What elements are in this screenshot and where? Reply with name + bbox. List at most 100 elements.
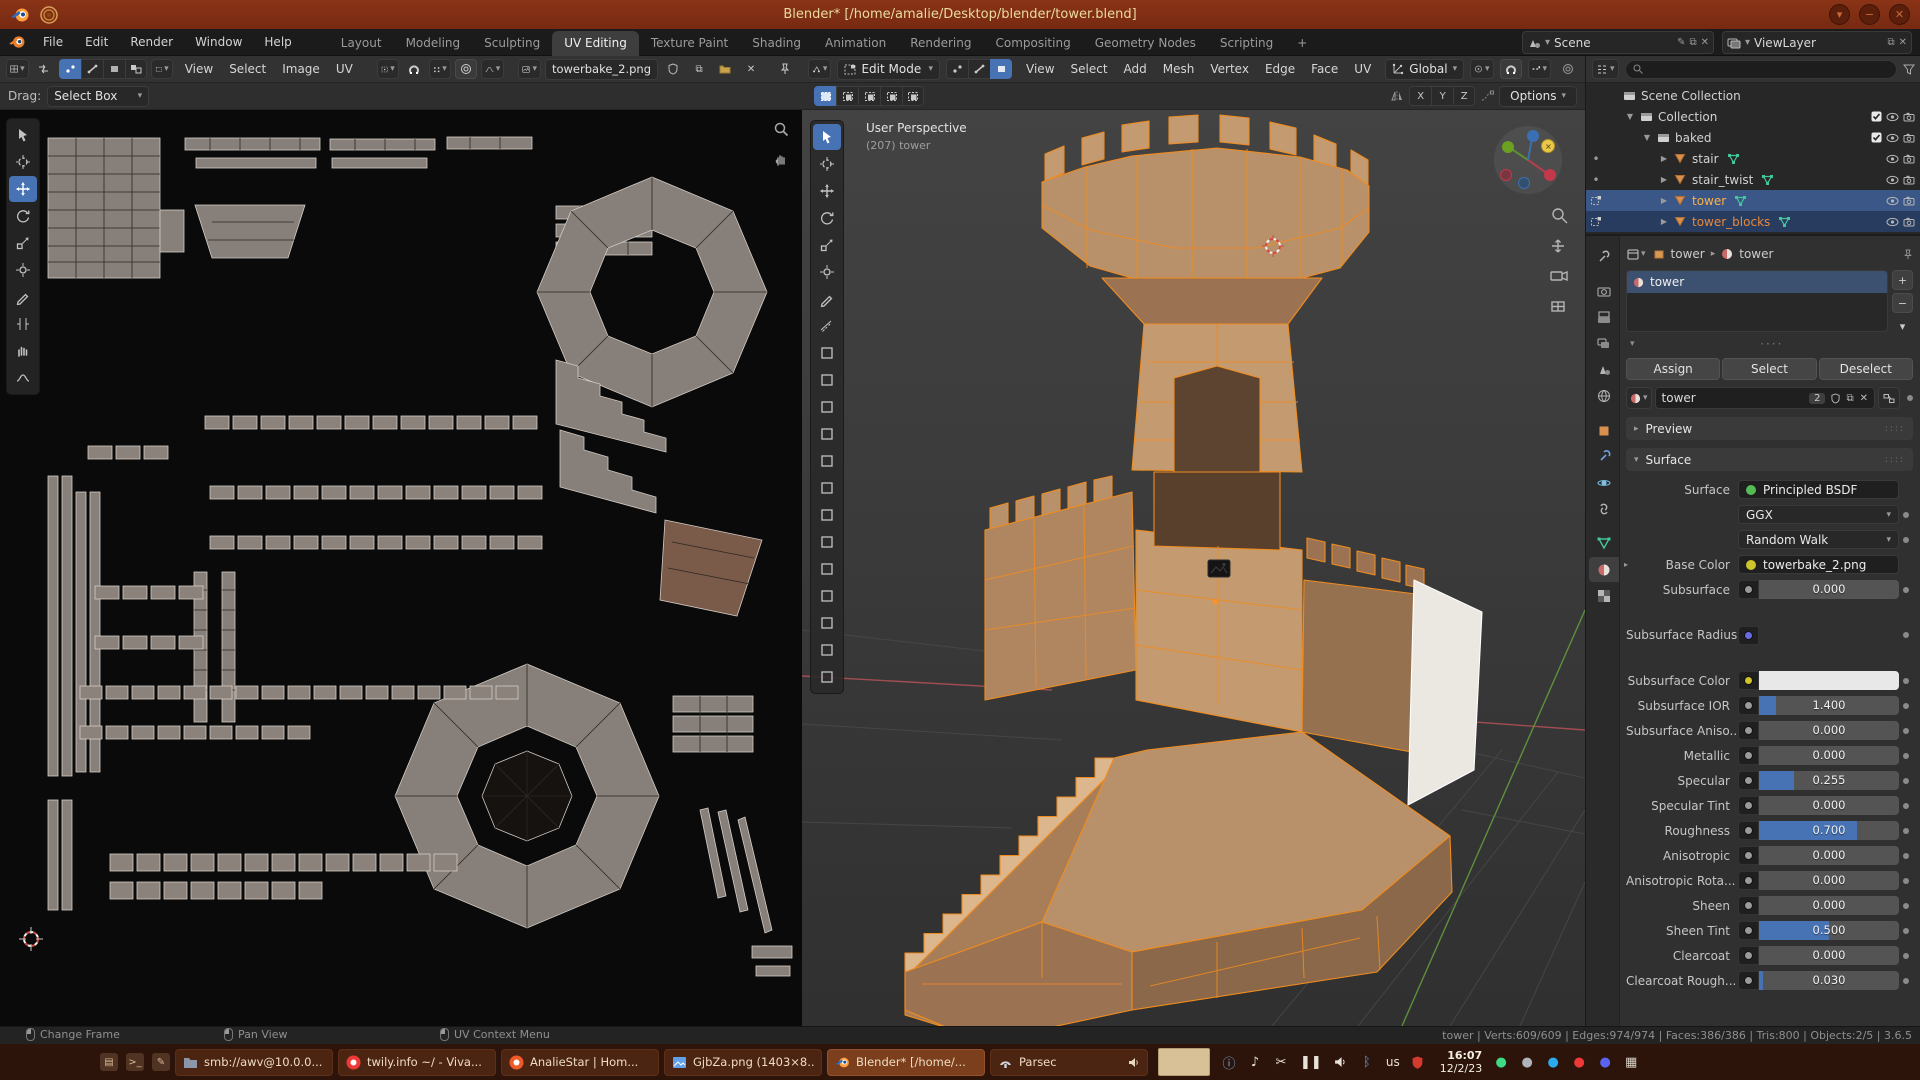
id-field[interactable]: Principled BSDF bbox=[1738, 480, 1899, 499]
properties-tab-view-layer[interactable] bbox=[1589, 331, 1619, 356]
image-browse-button[interactable]: ▾ bbox=[518, 59, 541, 79]
tool-shear[interactable] bbox=[813, 637, 841, 663]
viewport-menu-select[interactable]: Select bbox=[1063, 58, 1116, 80]
mesh-select-mode-face[interactable] bbox=[990, 59, 1012, 79]
socket-toggle[interactable] bbox=[1738, 626, 1759, 645]
snap-with-button[interactable]: ▾ bbox=[1528, 59, 1551, 79]
copy-icon[interactable]: ⧉ bbox=[1689, 37, 1696, 48]
tool-transform[interactable] bbox=[813, 259, 841, 285]
tool-rip[interactable] bbox=[9, 311, 37, 337]
mesh-select-mode-vertex[interactable] bbox=[946, 59, 968, 79]
outliner-row-collection[interactable]: ▼Collection bbox=[1586, 106, 1920, 127]
viewlayer-selector[interactable]: ▾ ViewLayer ⧉ ✕ bbox=[1722, 31, 1912, 54]
value-slider[interactable]: 0.000 bbox=[1759, 871, 1899, 890]
proportional-editing-icon[interactable] bbox=[1557, 59, 1579, 79]
value-slider[interactable]: 0.255 bbox=[1759, 771, 1899, 790]
id-field[interactable]: towerbake_2.png bbox=[1738, 555, 1899, 574]
tool-rip-region[interactable] bbox=[813, 664, 841, 690]
editor-type-button[interactable]: ▾ bbox=[6, 59, 29, 79]
tool-annotate[interactable] bbox=[813, 286, 841, 312]
vivaldi-dot-icon[interactable]: ● bbox=[1572, 1055, 1586, 1070]
viewport-menu-edge[interactable]: Edge bbox=[1257, 58, 1303, 80]
socket-toggle[interactable] bbox=[1738, 796, 1759, 815]
add-slot-button[interactable]: + bbox=[1892, 270, 1913, 290]
decorator-dot[interactable] bbox=[1903, 903, 1909, 909]
tool-scale[interactable] bbox=[813, 232, 841, 258]
uv-menu-uv[interactable]: UV bbox=[328, 58, 361, 80]
app-menu-help[interactable]: Help bbox=[253, 31, 302, 53]
snap-magnet-icon[interactable] bbox=[403, 59, 425, 79]
select-mode-subtract[interactable] bbox=[858, 86, 880, 106]
decorator-dot[interactable] bbox=[1903, 537, 1909, 543]
node-tree-toggle[interactable] bbox=[1878, 387, 1900, 409]
uv-sticky-select-button[interactable]: ▾ bbox=[151, 59, 173, 79]
mode-dropdown[interactable]: Edit Mode▾ bbox=[837, 59, 940, 80]
decorator-dot[interactable] bbox=[1903, 778, 1909, 784]
properties-tab-tool[interactable] bbox=[1589, 244, 1619, 269]
value-slider[interactable]: 0.500 bbox=[1759, 921, 1899, 940]
viewport-menu-add[interactable]: Add bbox=[1116, 58, 1155, 80]
outliner-row-tower[interactable]: ▶tower bbox=[1586, 190, 1920, 211]
app-menu-file[interactable]: File bbox=[32, 31, 74, 53]
uv-select-mode-island[interactable] bbox=[125, 59, 147, 79]
green-dot-icon[interactable]: ● bbox=[1494, 1055, 1508, 1070]
taskbar-window-image[interactable]: GjbZa.png (1403×8... bbox=[664, 1049, 822, 1076]
tool-move[interactable] bbox=[813, 178, 841, 204]
tool-knife[interactable] bbox=[813, 475, 841, 501]
uv-menu-select[interactable]: Select bbox=[221, 58, 274, 80]
disable-render-icon[interactable] bbox=[1903, 175, 1915, 185]
open-image-icon[interactable] bbox=[714, 59, 736, 79]
tool-rotate[interactable] bbox=[813, 205, 841, 231]
scene-selector[interactable]: ▾ Scene ✎ ⧉ ✕ bbox=[1522, 31, 1714, 54]
outliner-row-tower-blocks[interactable]: ▶tower_blocks bbox=[1586, 211, 1920, 232]
workspace-tab-geometry-nodes[interactable]: Geometry Nodes bbox=[1083, 31, 1208, 56]
material-users-count[interactable]: 2 bbox=[1809, 393, 1825, 404]
disclosure-triangle[interactable]: ▼ bbox=[1640, 133, 1654, 142]
taskbar-window-files[interactable]: smb://awv@10.0.0... bbox=[175, 1049, 333, 1076]
taskbar-window-parsec[interactable]: Parsec bbox=[990, 1049, 1148, 1076]
proportional-editing-icon[interactable] bbox=[455, 59, 477, 79]
unlink-image-icon[interactable]: ✕ bbox=[740, 59, 762, 79]
decorator-dot[interactable] bbox=[1903, 953, 1909, 959]
outliner-search-input[interactable] bbox=[1625, 60, 1897, 79]
decorator-dot[interactable] bbox=[1903, 928, 1909, 934]
checkbox-icon[interactable] bbox=[1871, 111, 1882, 122]
uv-pivot-button[interactable]: ▾ bbox=[377, 59, 399, 79]
tool-shrink-fatten[interactable] bbox=[813, 610, 841, 636]
keyboard-layout-indicator[interactable]: us bbox=[1386, 1055, 1400, 1069]
proportional-falloff-button[interactable]: ▾ bbox=[481, 59, 504, 79]
disclosure-triangle[interactable]: ▼ bbox=[1623, 112, 1637, 121]
launcher-icon-terminal[interactable]: >_ bbox=[126, 1053, 144, 1071]
workspace-tab-layout[interactable]: Layout bbox=[329, 31, 394, 56]
workspace-tab-uv-editing[interactable]: UV Editing bbox=[552, 31, 639, 56]
hide-viewport-icon[interactable] bbox=[1886, 133, 1899, 143]
uv-sync-icon[interactable] bbox=[33, 59, 55, 79]
viewport-menu-uv[interactable]: UV bbox=[1346, 58, 1379, 80]
tool-extrude[interactable] bbox=[813, 367, 841, 393]
workspace-tab-scripting[interactable]: Scripting bbox=[1208, 31, 1285, 56]
disable-render-icon[interactable] bbox=[1903, 133, 1915, 143]
select-mode-extend[interactable] bbox=[836, 86, 858, 106]
editor-type-button[interactable]: ▾ bbox=[808, 59, 831, 79]
decorator-dot[interactable] bbox=[1903, 587, 1909, 593]
mesh-select-mode-edge[interactable] bbox=[968, 59, 990, 79]
tool-grab[interactable] bbox=[9, 338, 37, 364]
workspace-tab-compositing[interactable]: Compositing bbox=[983, 31, 1082, 56]
drag-mode-dropdown[interactable]: Select Box▾ bbox=[47, 86, 149, 107]
transform-orientation-dropdown[interactable]: Global▾ bbox=[1385, 59, 1464, 80]
socket-toggle[interactable] bbox=[1738, 846, 1759, 865]
pan-hand-icon[interactable] bbox=[770, 148, 792, 170]
socket-toggle[interactable] bbox=[1738, 946, 1759, 965]
socket-toggle[interactable] bbox=[1738, 746, 1759, 765]
decorator-dot[interactable] bbox=[1903, 878, 1909, 884]
grid-icon[interactable]: ▦ bbox=[1624, 1055, 1638, 1070]
slot-specials-button[interactable]: ▾ bbox=[1892, 316, 1913, 336]
volume-icon[interactable] bbox=[1334, 1056, 1348, 1068]
launcher-icon-editor[interactable]: ✎ bbox=[152, 1053, 170, 1071]
snap-magnet-icon[interactable] bbox=[1500, 59, 1522, 79]
viewport-menu-view[interactable]: View bbox=[1018, 58, 1062, 80]
properties-tab-texture[interactable] bbox=[1589, 583, 1619, 608]
decorator-dot[interactable] bbox=[1903, 853, 1909, 859]
outliner-row-scene-collection[interactable]: Scene Collection bbox=[1586, 85, 1920, 106]
disclosure-triangle[interactable]: ▶ bbox=[1657, 175, 1671, 184]
